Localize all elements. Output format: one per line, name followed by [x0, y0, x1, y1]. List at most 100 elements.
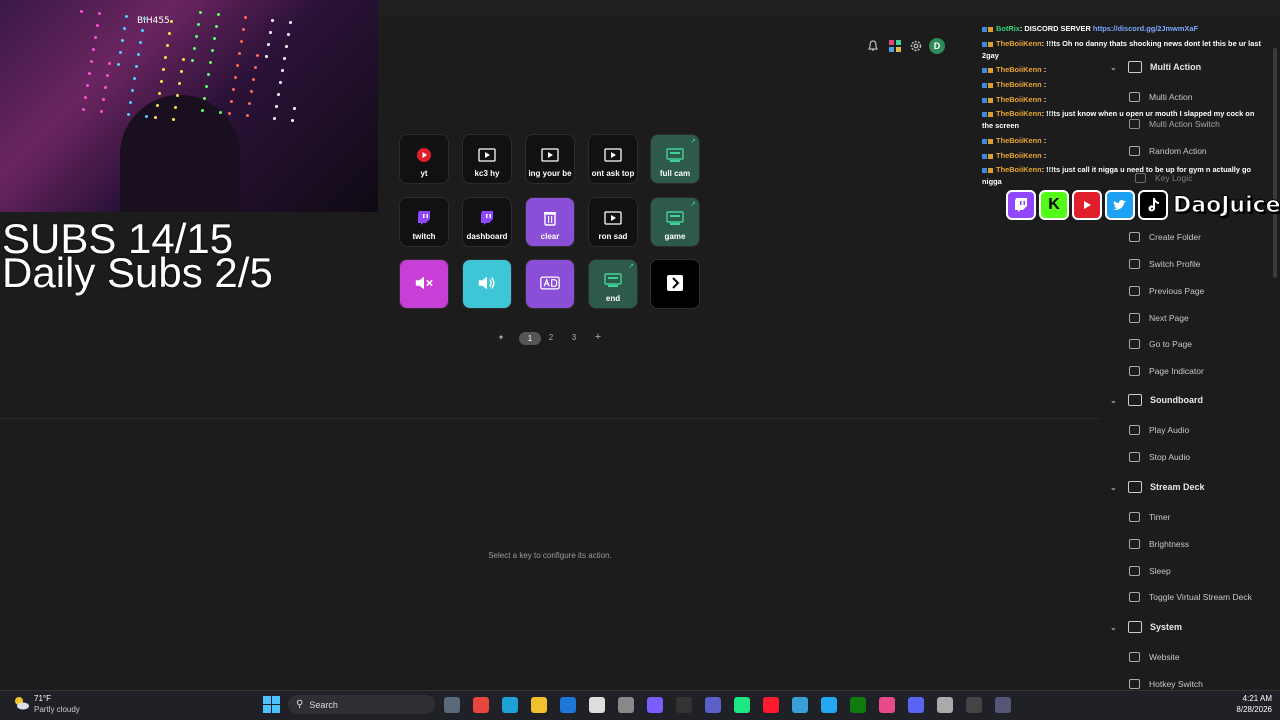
webcam-light	[154, 116, 157, 119]
webcam-light	[137, 53, 140, 56]
webcam-light	[267, 43, 270, 46]
page-2-button[interactable]: 2	[546, 333, 556, 342]
vscode-icon[interactable]	[821, 697, 837, 713]
stream-key-9[interactable]: ron sad	[588, 197, 638, 247]
section-multi-action[interactable]: ⌄ Multi Action	[1110, 61, 1201, 73]
section-system[interactable]: ⌄ System	[1110, 621, 1182, 633]
chat-username: TheBoiiKenn	[994, 39, 1042, 48]
stream-deck-icon[interactable]	[995, 697, 1011, 713]
action-key-logic[interactable]: Key Logic	[1135, 173, 1192, 183]
add-page-button[interactable]: +	[592, 331, 604, 343]
stream-key-12[interactable]	[462, 259, 512, 309]
teams-icon[interactable]	[705, 697, 721, 713]
action-multi-action-switch[interactable]: Multi Action Switch	[1129, 119, 1220, 129]
stream-key-5[interactable]: full cam ↗	[650, 134, 700, 184]
stream-key-13[interactable]	[525, 259, 575, 309]
chatgpt-icon[interactable]	[937, 697, 953, 713]
outlook-icon[interactable]	[560, 697, 576, 713]
key-label: ron sad	[598, 232, 628, 241]
action-play-audio[interactable]: Play Audio	[1129, 425, 1189, 435]
page-3-button[interactable]: 3	[569, 333, 579, 342]
chat-badge-icon	[982, 41, 987, 47]
hulu-icon[interactable]	[734, 697, 750, 713]
action-switch-profile[interactable]: Switch Profile	[1129, 259, 1201, 269]
pin-page-button[interactable]: ✦	[496, 333, 506, 342]
opera-icon[interactable]	[763, 697, 779, 713]
edge-icon[interactable]	[502, 697, 518, 713]
action-sleep[interactable]: Sleep	[1129, 566, 1171, 576]
stream-key-14[interactable]: end ↗	[588, 259, 638, 309]
action-previous-page[interactable]: Previous Page	[1129, 286, 1204, 296]
app-icon[interactable]	[879, 697, 895, 713]
webcam-light	[88, 72, 91, 75]
action-icon	[1129, 313, 1140, 323]
action-hotkey-switch[interactable]: Hotkey Switch	[1129, 679, 1203, 689]
action-page-indicator[interactable]: Page Indicator	[1129, 366, 1204, 376]
streamer-silhouette	[120, 95, 240, 212]
chat-link[interactable]: https://discord.gg/2JmwmXaF	[1093, 24, 1198, 33]
taskbar-search[interactable]: ⚲ Search	[288, 695, 435, 714]
webcam-light	[289, 21, 292, 24]
file-explorer-icon[interactable]	[444, 697, 460, 713]
webcam-light	[84, 96, 87, 99]
social-banner: K DaoJuice	[1006, 188, 1280, 222]
action-label: Toggle Virtual Stream Deck	[1149, 592, 1252, 602]
stream-key-4[interactable]: ont ask top	[588, 134, 638, 184]
action-toggle-virtual-stream-deck[interactable]: Toggle Virtual Stream Deck	[1129, 592, 1252, 602]
stream-key-6[interactable]: twitch	[399, 197, 449, 247]
action-go-to-page[interactable]: Go to Page	[1129, 339, 1192, 349]
action-next-page[interactable]: Next Page	[1129, 313, 1189, 323]
webcam-light	[100, 110, 103, 113]
key-label: dashboard	[466, 232, 508, 241]
action-brightness[interactable]: Brightness	[1129, 539, 1189, 549]
weather-icon[interactable]	[12, 694, 30, 712]
gear-icon[interactable]	[909, 39, 923, 53]
webcam-light	[191, 59, 194, 62]
stream-key-1[interactable]: yt	[399, 134, 449, 184]
webcam-light	[162, 68, 165, 71]
copilot-icon[interactable]	[647, 697, 663, 713]
action-random-action[interactable]: Random Action	[1129, 146, 1207, 156]
bell-icon[interactable]	[866, 39, 880, 53]
discord-icon[interactable]	[908, 697, 924, 713]
stream-key-10[interactable]: game ↗	[650, 197, 700, 247]
stream-key-3[interactable]: ing your be	[525, 134, 575, 184]
4k-icon[interactable]	[966, 697, 982, 713]
action-label: Website	[1149, 652, 1180, 662]
stream-key-8[interactable]: clear	[525, 197, 575, 247]
action-timer[interactable]: Timer	[1129, 512, 1170, 522]
key-label: ing your be	[528, 169, 572, 178]
action-multi-action[interactable]: Multi Action	[1129, 92, 1192, 102]
action-icon	[1129, 146, 1140, 156]
obs-icon[interactable]	[589, 697, 605, 713]
tiktok-icon	[1138, 190, 1168, 220]
action-stop-audio[interactable]: Stop Audio	[1129, 452, 1190, 462]
webcam-light	[254, 66, 257, 69]
chat-text: : !!!ts just call it nigga u need to be …	[1041, 165, 1252, 174]
stream-key-11[interactable]	[399, 259, 449, 309]
section-soundboard[interactable]: ⌄ Soundboard	[1110, 394, 1203, 406]
action-website[interactable]: Website	[1129, 652, 1180, 662]
stream-key-7[interactable]: dashboard	[462, 197, 512, 247]
xbox-icon[interactable]	[850, 697, 866, 713]
webcam-light	[291, 119, 294, 122]
account-avatar[interactable]: D	[929, 38, 945, 54]
section-stream-deck[interactable]: ⌄ Stream Deck	[1110, 481, 1205, 493]
stream-key-15[interactable]	[650, 259, 700, 309]
ccleaner-icon[interactable]	[792, 697, 808, 713]
settings-icon[interactable]	[618, 697, 634, 713]
terminal-icon[interactable]	[676, 697, 692, 713]
action-icon	[1129, 592, 1140, 602]
key-label: end	[605, 294, 621, 303]
webcam-light	[156, 104, 159, 107]
chrome-icon[interactable]	[473, 697, 489, 713]
actions-scrollbar[interactable]	[1273, 48, 1277, 278]
twitch-icon	[477, 210, 497, 226]
plugin-grid-icon[interactable]	[888, 39, 902, 53]
folder-icon[interactable]	[531, 697, 547, 713]
page-1-button[interactable]: 1	[519, 332, 541, 345]
action-create-folder[interactable]: Create Folder	[1129, 232, 1201, 242]
scene-icon	[665, 210, 685, 226]
windows-start-icon[interactable]	[263, 696, 280, 713]
stream-key-2[interactable]: kc3 hy	[462, 134, 512, 184]
